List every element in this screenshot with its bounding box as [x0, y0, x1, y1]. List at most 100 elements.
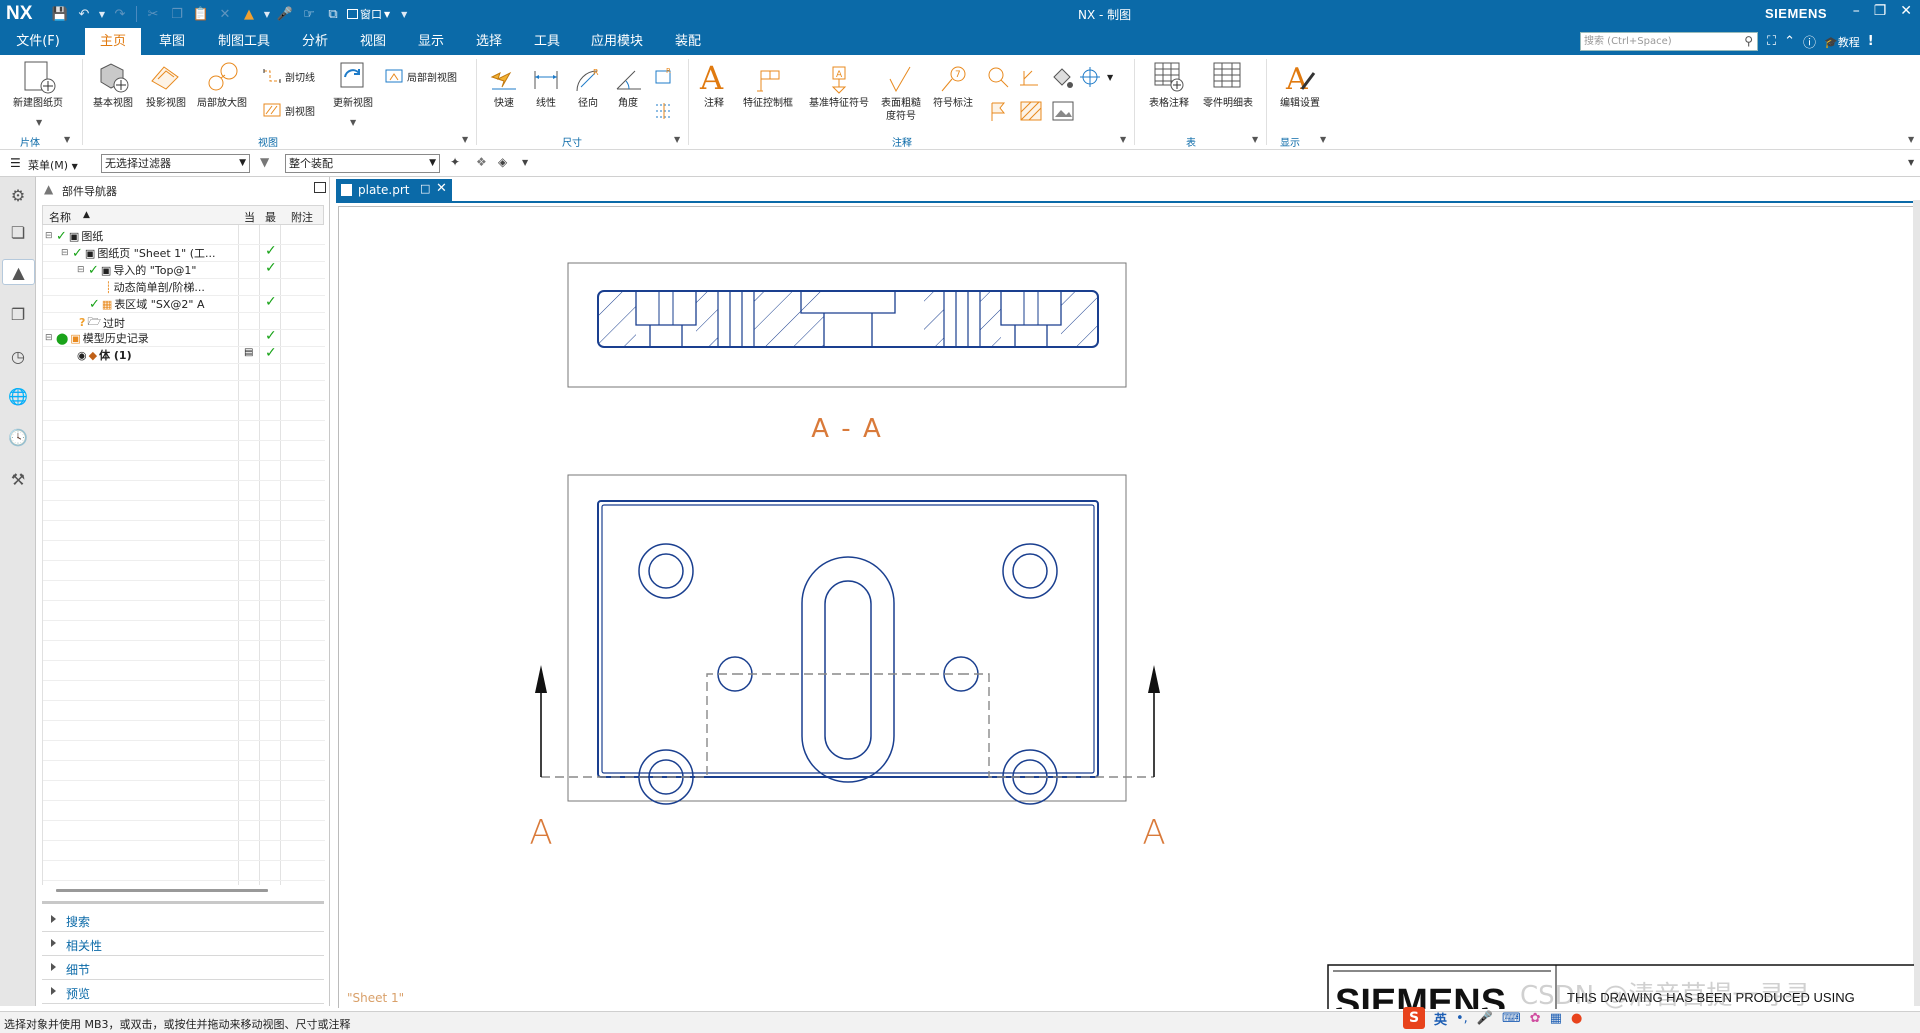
- delete-icon[interactable]: ✕: [215, 4, 235, 24]
- section-arrow-right[interactable]: [1148, 665, 1160, 777]
- command-search-input[interactable]: 搜索 (Ctrl+Space) ⚲: [1580, 32, 1758, 51]
- base-view-button[interactable]: 基本视图: [88, 59, 138, 110]
- reuse-library-icon[interactable]: ❐: [5, 301, 31, 327]
- selection-intent-icon[interactable]: ❖: [476, 155, 487, 169]
- section-view-aa[interactable]: [567, 262, 1127, 388]
- tab-home[interactable]: 主页: [85, 28, 141, 55]
- ime-language[interactable]: 英: [1434, 1009, 1447, 1028]
- tab-assembly[interactable]: 装配: [663, 28, 713, 55]
- cut-icon[interactable]: ✂: [143, 4, 163, 24]
- tutorial-button[interactable]: 🎓教程: [1824, 34, 1860, 50]
- image-button[interactable]: [1050, 99, 1076, 123]
- apps-grid-icon[interactable]: ▦: [1550, 1011, 1562, 1026]
- surface-finish-button[interactable]: 表面粗糙 度符号: [876, 65, 926, 123]
- keyboard-icon[interactable]: ⌨: [1502, 1011, 1521, 1026]
- minimize-icon[interactable]: –: [1853, 3, 1860, 19]
- radial-dimension-button[interactable]: R 径向: [568, 65, 608, 110]
- save-icon[interactable]: 💾: [50, 4, 70, 24]
- parts-list-button[interactable]: 零件明细表: [1196, 59, 1260, 110]
- tab-tools[interactable]: 工具: [522, 28, 572, 55]
- menu-button[interactable]: 菜单(M) ▼: [28, 157, 78, 173]
- ordinate-dimension-button[interactable]: [652, 99, 676, 121]
- pin-icon[interactable]: □: [420, 182, 430, 195]
- customize-icon[interactable]: ▼: [394, 4, 414, 24]
- ime-logo-icon[interactable]: S: [1403, 1007, 1425, 1029]
- tab-analysis[interactable]: 分析: [290, 28, 340, 55]
- search-icon[interactable]: ⚲: [1744, 33, 1753, 50]
- tab-drafting-tools[interactable]: 制图工具: [208, 28, 280, 55]
- punctuation-icon[interactable]: •,: [1456, 1011, 1468, 1026]
- drawing-sheet[interactable]: A - A A A "Sheet 1" SIEMENS THIS DRAWING…: [339, 207, 1914, 1009]
- redo-icon[interactable]: ↷: [110, 4, 130, 24]
- column-current[interactable]: 当: [244, 209, 255, 225]
- snap-dropdown-icon[interactable]: ▼: [522, 158, 528, 167]
- section-cut-line[interactable]: [541, 673, 1154, 778]
- microphone-icon[interactable]: 🎤: [275, 4, 295, 24]
- snap-point-icon[interactable]: ◈: [498, 155, 507, 169]
- select-features-icon[interactable]: ✦: [450, 155, 460, 169]
- tab-application[interactable]: 应用模块: [582, 28, 652, 55]
- maximize-icon[interactable]: [314, 182, 326, 193]
- section-label[interactable]: A - A: [811, 414, 882, 444]
- break-out-section-button[interactable]: 局部剖视图: [384, 67, 457, 85]
- angular-dimension-button[interactable]: 角度: [608, 65, 648, 110]
- switch-window-icon[interactable]: ⧉: [323, 4, 343, 24]
- section-line-button[interactable]: 剖切线: [262, 67, 315, 85]
- edit-settings-button[interactable]: A 编辑设置: [1272, 59, 1328, 110]
- identification-symbol-button[interactable]: [986, 99, 1012, 123]
- close-icon[interactable]: ✕: [1900, 3, 1912, 19]
- tab-file[interactable]: 文件(F): [6, 28, 70, 55]
- skin-icon[interactable]: ✿: [1530, 1011, 1541, 1026]
- arrow-label-right[interactable]: A: [1142, 813, 1165, 853]
- tab-display[interactable]: 显示: [406, 28, 456, 55]
- update-view-button[interactable]: 更新视图: [328, 59, 378, 110]
- assembly-navigator-icon[interactable]: ❏: [5, 219, 31, 245]
- section-dependencies[interactable]: 相关性: [42, 933, 324, 956]
- help-icon[interactable]: ⓘ: [1803, 32, 1816, 51]
- collapse-icon[interactable]: ⊟: [45, 333, 54, 343]
- linear-dimension-button[interactable]: 线性: [526, 65, 566, 110]
- collapse-ribbon-icon[interactable]: ⌃: [1784, 34, 1795, 49]
- close-tab-icon[interactable]: ✕: [436, 181, 447, 196]
- projected-view-button[interactable]: 投影视图: [140, 59, 192, 110]
- filter-icon[interactable]: ▼: [260, 155, 269, 169]
- horizontal-scrollbar[interactable]: [56, 889, 268, 892]
- arrow-label-left[interactable]: A: [529, 813, 552, 853]
- ime-more-icon[interactable]: ●: [1571, 1011, 1582, 1026]
- undo-icon[interactable]: ↶: [74, 4, 94, 24]
- detail-view-button[interactable]: 局部放大图: [192, 59, 252, 110]
- chamfer-dimension-button[interactable]: R: [652, 65, 676, 87]
- copy-icon[interactable]: ❐: [167, 4, 187, 24]
- column-latest[interactable]: 最: [265, 209, 276, 225]
- window-menu[interactable]: 窗口 ▼: [347, 6, 390, 22]
- collapse-icon[interactable]: ⊟: [45, 231, 54, 241]
- section-view-button[interactable]: 剖视图: [262, 101, 315, 119]
- settings-icon[interactable]: ⚙: [5, 182, 31, 208]
- hd3d-tools-icon[interactable]: ◷: [5, 343, 31, 369]
- panel-splitter[interactable]: [42, 901, 324, 904]
- new-sheet-button[interactable]: 新建图纸页: [8, 59, 68, 110]
- ime-microphone-icon[interactable]: 🎤: [1477, 1011, 1493, 1026]
- eye-icon[interactable]: ◉: [77, 349, 87, 362]
- process-studio-icon[interactable]: ⚒: [5, 466, 31, 492]
- column-name[interactable]: 名称: [49, 209, 71, 225]
- drawing-canvas[interactable]: A - A A A "Sheet 1" SIEMENS THIS DRAWING…: [338, 206, 1914, 1009]
- type-filter-select[interactable]: 无选择过滤器 ▼: [101, 154, 250, 173]
- collapse-icon[interactable]: ⊟: [61, 248, 70, 258]
- rapid-dimension-button[interactable]: 快速: [484, 65, 524, 110]
- note-button[interactable]: A 注释: [694, 59, 734, 110]
- web-browser-icon[interactable]: 🌐: [5, 383, 31, 409]
- section-arrow-left[interactable]: [535, 665, 547, 777]
- section-search[interactable]: 搜索: [42, 909, 324, 932]
- hatch-button[interactable]: [1018, 99, 1044, 123]
- scope-select[interactable]: 整个装配 ▼: [285, 154, 440, 173]
- touch-mode-icon[interactable]: ☞: [299, 4, 319, 24]
- target-point-button[interactable]: [1016, 65, 1042, 89]
- datum-feature-button[interactable]: A 基准特征符号: [802, 65, 876, 110]
- section-details[interactable]: 细节: [42, 957, 324, 980]
- document-tab[interactable]: plate.prt □ ✕: [336, 179, 452, 201]
- collapse-icon[interactable]: ⊟: [77, 265, 86, 275]
- area-fill-button[interactable]: [1048, 65, 1074, 89]
- undo-dropdown-icon[interactable]: ▼: [98, 4, 106, 24]
- toolbar-overflow-icon[interactable]: ▼: [1908, 158, 1914, 167]
